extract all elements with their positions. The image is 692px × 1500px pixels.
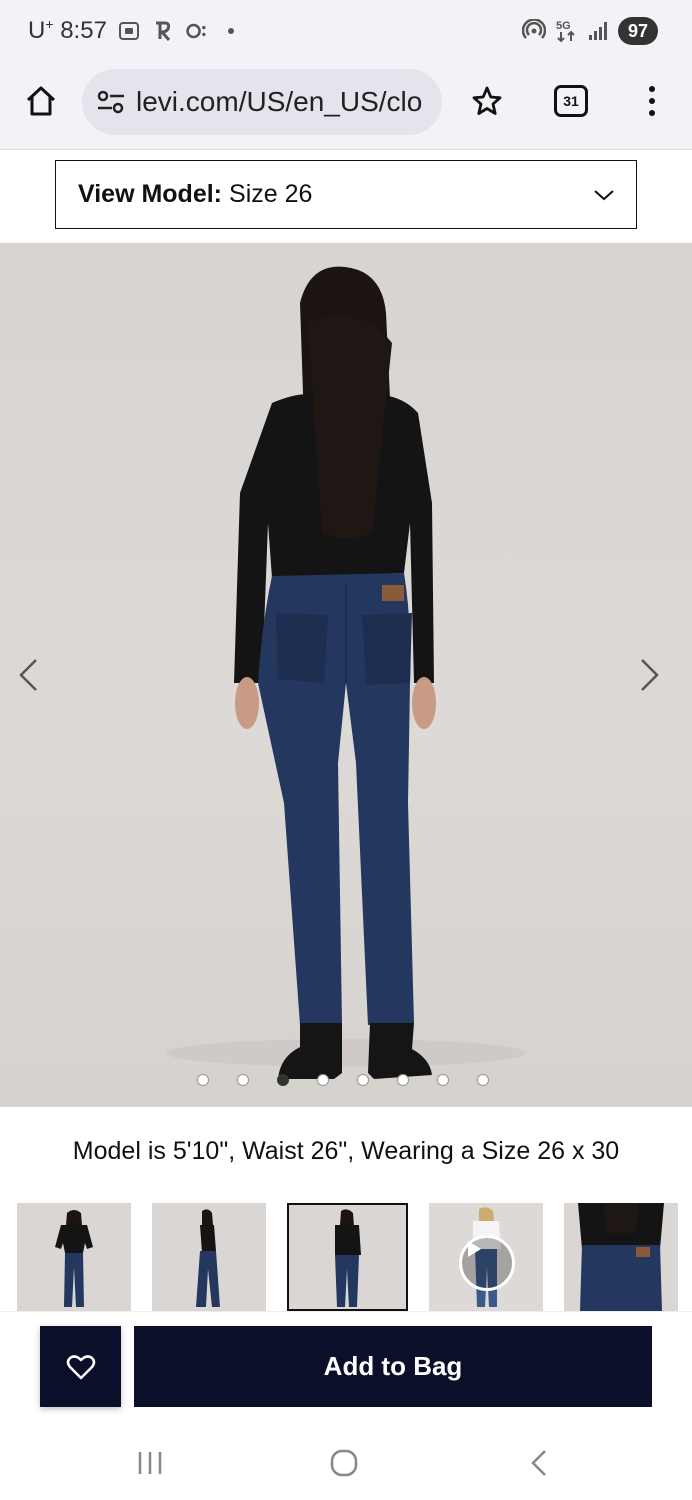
wishlist-button[interactable] [40, 1326, 121, 1407]
home-circle-icon [330, 1449, 358, 1477]
more-vert-icon [649, 86, 655, 92]
thumbnail-video[interactable] [429, 1203, 543, 1311]
chevron-left-icon [19, 659, 37, 691]
more-vert-icon-dot [649, 98, 655, 104]
tabs-button[interactable]: 31 [554, 85, 588, 117]
thumbnail-front[interactable] [17, 1203, 131, 1311]
url-text[interactable]: levi.com/US/en_US/clo [136, 86, 428, 118]
carousel-dot[interactable] [397, 1074, 409, 1086]
hotspot-icon [522, 19, 546, 43]
carousel-dot[interactable] [477, 1074, 489, 1086]
thumbnail-image [17, 1203, 131, 1311]
add-to-bag-button[interactable]: Add to Bag [134, 1326, 652, 1407]
more-notifications-dot [219, 19, 243, 43]
status-right: 5G 97 [522, 17, 658, 45]
address-bar[interactable]: levi.com/US/en_US/clo [82, 69, 442, 135]
carousel-dot-active[interactable] [277, 1074, 289, 1086]
clock-time: 8:57 [60, 17, 107, 44]
bottom-action-bar: Add to Bag [0, 1311, 692, 1426]
thumbnail-image [564, 1203, 678, 1311]
chevron-down-icon [594, 190, 614, 201]
signal-icon [586, 19, 610, 43]
more-vert-icon-dot [649, 110, 655, 116]
product-image-model-back [166, 266, 526, 1079]
carrier-plus: + [45, 16, 54, 32]
tabs-count: 31 [563, 93, 579, 109]
play-video-icon[interactable] [459, 1235, 515, 1291]
star-icon [472, 86, 502, 115]
screenshot-icon [117, 19, 141, 43]
back-icon [531, 1450, 546, 1476]
more-menu-button[interactable] [638, 82, 666, 120]
svg-text:5G: 5G [556, 20, 571, 32]
thumbnail-image [152, 1203, 266, 1311]
system-navigation-bar [0, 1426, 692, 1500]
status-bar: U+ 8:57 5G 97 [0, 0, 692, 62]
system-home-button[interactable] [327, 1446, 361, 1480]
status-left: U+ 8:57 [28, 16, 243, 45]
5g-icon: 5G [554, 19, 578, 43]
thumbnail-strip [17, 1203, 692, 1311]
carousel-dot[interactable] [317, 1074, 329, 1086]
home-icon [26, 86, 56, 116]
carousel-prev-button[interactable] [14, 655, 42, 695]
carousel-dot[interactable] [197, 1074, 209, 1086]
view-model-dropdown[interactable]: View Model: Size 26 [55, 160, 637, 229]
browser-toolbar: levi.com/US/en_US/clo 31 [0, 62, 692, 150]
app-notification-icon [151, 19, 175, 43]
bookmark-button[interactable] [468, 82, 506, 120]
recent-apps-button[interactable] [133, 1446, 167, 1480]
status-time: U+ 8:57 [28, 16, 107, 45]
system-back-button[interactable] [522, 1446, 556, 1480]
thumbnail-back-closeup[interactable] [564, 1203, 678, 1311]
carrier-label: U [28, 17, 46, 44]
carousel-dot[interactable] [237, 1074, 249, 1086]
thumbnail-image [289, 1205, 406, 1309]
thumbnail-back-selected[interactable] [287, 1203, 408, 1311]
view-model-label: View Model: [78, 180, 223, 208]
recents-icon [138, 1452, 162, 1474]
product-image-carousel[interactable] [0, 243, 692, 1107]
thumbnail-side[interactable] [152, 1203, 266, 1311]
site-settings-icon[interactable] [94, 85, 128, 119]
carousel-next-button[interactable] [636, 655, 664, 695]
carousel-dot[interactable] [437, 1074, 449, 1086]
carousel-pagination [197, 1074, 489, 1086]
app-o-icon [185, 19, 209, 43]
carousel-dot[interactable] [357, 1074, 369, 1086]
battery-level: 97 [618, 17, 658, 45]
chevron-right-icon [641, 659, 659, 691]
view-model-value: Size 26 [229, 180, 313, 208]
model-size-info: Model is 5'10", Waist 26", Wearing a Siz… [72, 1137, 620, 1165]
home-button[interactable] [20, 80, 62, 122]
heart-icon [66, 1354, 95, 1379]
